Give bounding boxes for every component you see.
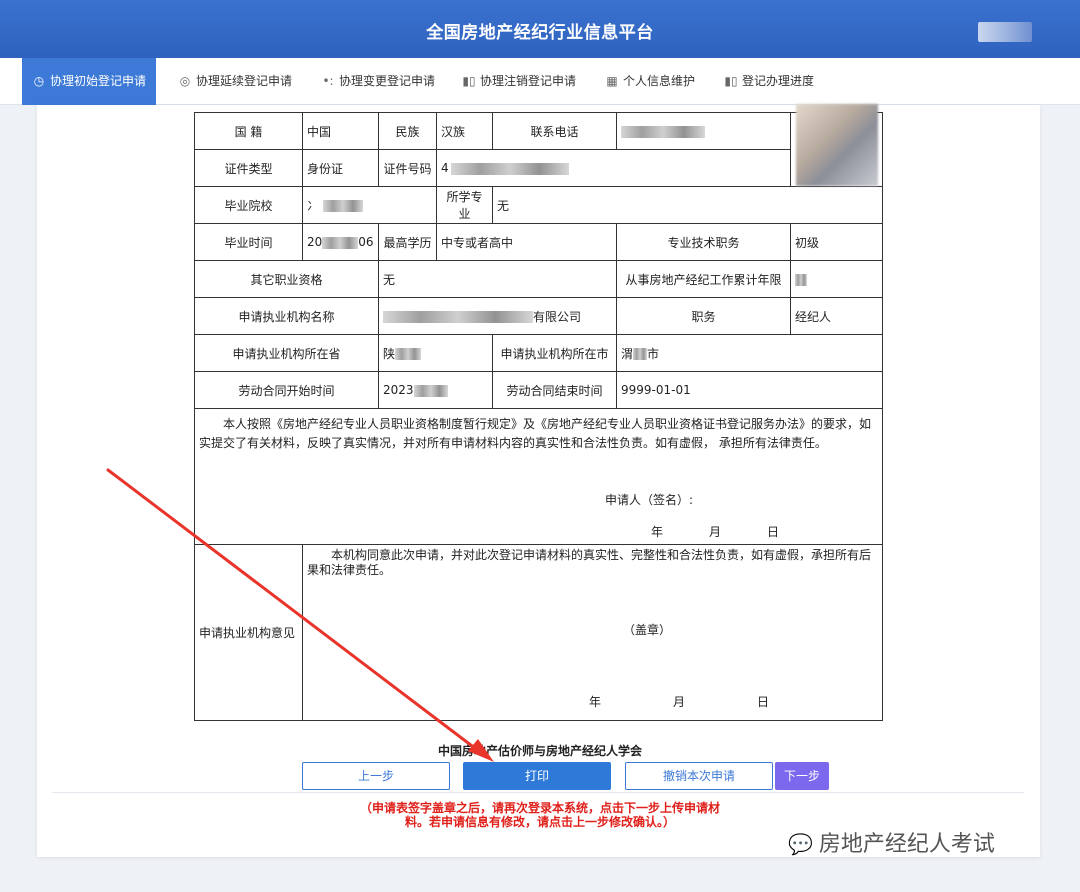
id-number-value: 4 <box>436 149 791 187</box>
instruction-notice: （申请表签字盖章之后，请再次登录本系统，点击下一步上传申请材 料。若申请信息有修… <box>359 801 720 830</box>
tab-progress[interactable]: ▮▯ 登记办理进度 <box>724 58 814 105</box>
tab-cancel-registration[interactable]: ▮▯ 协理注销登记申请 <box>462 58 576 105</box>
org-value: 有限公司 <box>378 297 617 335</box>
wechat-icon: 💬 <box>788 832 813 856</box>
other-cert-label: 其它职业资格 <box>194 260 379 298</box>
position-value: 经纪人 <box>790 297 883 335</box>
seal-placeholder: （盖章） <box>623 623 672 637</box>
declaration-text: 本人按照《房地产经纪专业人员职业资格制度暂行规定》及《房地产经纪专业人员职业资格… <box>199 417 872 450</box>
redacted-years <box>795 273 807 286</box>
phone-value <box>616 112 791 150</box>
city-label: 申请执业机构所在市 <box>492 334 617 372</box>
tab-initial-registration[interactable]: ◷ 协理初始登记申请 <box>22 58 157 105</box>
user-avatar[interactable] <box>978 22 1032 42</box>
applicant-photo <box>796 104 878 186</box>
contract-start-label: 劳动合同开始时间 <box>194 371 379 409</box>
opinion-date: 年月日 <box>589 695 770 709</box>
redacted-city <box>633 348 648 360</box>
next-step-button[interactable]: 下一步 <box>775 762 829 790</box>
org-label: 申请执业机构名称 <box>194 297 379 335</box>
target-icon: ◎ <box>179 74 191 88</box>
position-label: 职务 <box>616 297 791 335</box>
major-label: 所学专业 <box>436 186 493 224</box>
education-label: 最高学历 <box>378 223 437 261</box>
redacted-phone <box>621 125 705 138</box>
title-label: 专业技术职务 <box>616 223 791 261</box>
tab-personal-info[interactable]: ▦ 个人信息维护 <box>605 58 695 105</box>
contract-end-value: 9999-01-01 <box>616 371 883 409</box>
province-value: 陕 <box>378 334 493 372</box>
nationality-value: 中国 <box>302 112 379 150</box>
major-value: 无 <box>492 186 883 224</box>
nationality-label: 国 籍 <box>194 112 303 150</box>
city-value: 渭市 <box>616 334 883 372</box>
redacted-id <box>450 162 569 175</box>
cancel-application-button[interactable]: 撤销本次申请 <box>625 762 773 790</box>
id-type-label: 证件类型 <box>194 149 303 187</box>
print-button[interactable]: 打印 <box>463 762 611 790</box>
footer-divider <box>52 792 1024 793</box>
applicant-signature: 申请人（签名）: <box>605 493 694 507</box>
platform-title: 全国房地产经纪行业信息平台 <box>426 23 654 43</box>
dots-icon: •: <box>322 74 334 88</box>
redacted-school <box>323 200 364 212</box>
grad-time-label: 毕业时间 <box>194 223 303 261</box>
contract-start-value: 2023 <box>378 371 493 409</box>
opinion-text: 本机构同意此次申请，并对此次登记申请材料的真实性、完整性和合法性负责，如有虚假，… <box>307 548 872 577</box>
declaration-date: 年月日 <box>651 525 780 539</box>
contract-end-label: 劳动合同结束时间 <box>492 371 617 409</box>
ethnicity-label: 民族 <box>378 112 437 150</box>
opinion-label: 申请执业机构意见 <box>194 544 303 721</box>
tab-change-registration[interactable]: •: 协理变更登记申请 <box>321 58 435 105</box>
other-cert-value: 无 <box>378 260 617 298</box>
redacted-province <box>395 348 422 360</box>
card-icon: ▮▯ <box>462 74 476 88</box>
years-label: 从事房地产经纪工作累计年限 <box>616 260 791 298</box>
ethnicity-value: 汉族 <box>436 112 493 150</box>
province-label: 申请执业机构所在省 <box>194 334 379 372</box>
redacted-contract-date <box>413 384 448 397</box>
top-header: 全国房地产经纪行业信息平台 <box>0 0 1080 58</box>
watermark: 💬 房地产经纪人考试 <box>788 832 995 857</box>
top-nav: ◷ 协理初始登记申请 ◎ 协理延续登记申请 •: 协理变更登记申请 ▮▯ 协理注销登记申… <box>0 58 1080 105</box>
prev-step-button[interactable]: 上一步 <box>302 762 450 790</box>
opinion-cell: 本机构同意此次申请，并对此次登记申请材料的真实性、完整性和合法性负责，如有虚假，… <box>302 544 883 721</box>
registration-form-table: 国 籍 中国 民族 汉族 联系电话 证件类型 身份证 证件号码 4 毕业院校 冫… <box>194 112 883 721</box>
card-icon: ▮▯ <box>724 74 738 88</box>
tab-renewal-registration[interactable]: ◎ 协理延续登记申请 <box>178 58 292 105</box>
grid-icon: ▦ <box>606 74 618 88</box>
education-value: 中专或者高中 <box>436 223 617 261</box>
clock-icon: ◷ <box>33 74 45 88</box>
title-value: 初级 <box>790 223 883 261</box>
redacted-date <box>322 236 359 249</box>
declaration-cell: 本人按照《房地产经纪专业人员职业资格制度暂行规定》及《房地产经纪专业人员职业资格… <box>194 408 883 545</box>
organization-name: 中国房地产估价师与房地产经纪人学会 <box>437 744 642 758</box>
id-number-label: 证件号码 <box>378 149 437 187</box>
grad-time-value: 20 06 <box>302 223 379 261</box>
school-label: 毕业院校 <box>194 186 303 224</box>
years-value <box>790 260 883 298</box>
redacted-org <box>383 311 533 323</box>
phone-label: 联系电话 <box>492 112 617 150</box>
id-type-value: 身份证 <box>302 149 379 187</box>
school-value: 冫 <box>302 186 437 224</box>
